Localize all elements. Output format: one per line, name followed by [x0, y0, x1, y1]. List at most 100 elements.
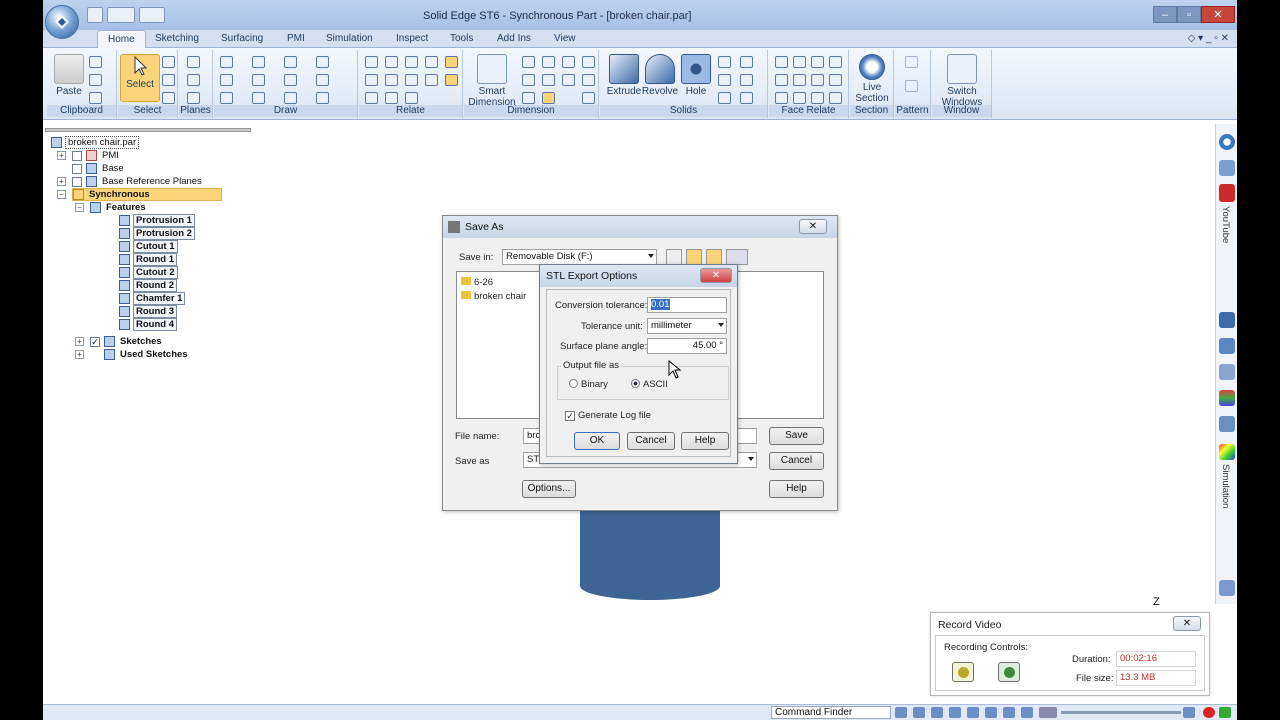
draft-icon[interactable] — [740, 74, 753, 86]
live-section-button[interactable]: Live Section — [852, 54, 892, 104]
face-parallel-icon[interactable] — [811, 56, 824, 68]
paste-button[interactable]: Paste — [49, 54, 89, 97]
stl-ok-button[interactable]: OK — [574, 432, 620, 450]
dock-tool-3-icon[interactable] — [1219, 364, 1235, 380]
tab-simulation[interactable]: Simulation — [326, 33, 373, 44]
perpendicular-icon[interactable] — [405, 74, 418, 86]
help-icon[interactable] — [1219, 134, 1235, 150]
file-list-item[interactable]: 6-26 — [461, 277, 493, 288]
tree-feature-item[interactable]: Round 4 — [119, 318, 177, 331]
simulation-icon[interactable] — [1219, 444, 1235, 460]
face-lock-icon[interactable] — [829, 92, 842, 104]
pause-button[interactable] — [952, 662, 974, 682]
youtube-tab-label[interactable]: YouTube — [1220, 206, 1231, 243]
media-icon[interactable] — [1219, 160, 1235, 176]
circle-icon[interactable] — [220, 92, 233, 104]
tree-feature-item[interactable]: Protrusion 1 — [119, 214, 195, 227]
pan-icon[interactable] — [967, 707, 979, 718]
dock-tool-5-icon[interactable] — [1219, 416, 1235, 432]
stl-close-button[interactable]: ✕ — [700, 268, 732, 283]
lock-icon[interactable] — [425, 56, 438, 68]
rectangle-icon[interactable] — [220, 74, 233, 86]
pattern-icon[interactable] — [740, 56, 753, 68]
coaxial-icon[interactable] — [793, 56, 806, 68]
help-button[interactable]: Help — [769, 480, 824, 498]
move-icon[interactable] — [316, 74, 329, 86]
tab-sketching[interactable]: Sketching — [155, 33, 199, 44]
view-menu-icon[interactable] — [726, 249, 748, 265]
tab-view[interactable]: View — [554, 33, 576, 44]
ascii-radio[interactable]: ASCII — [631, 379, 668, 390]
format-painter-icon[interactable] — [89, 92, 102, 104]
font-size-icon[interactable] — [582, 74, 595, 86]
surface-angle-input[interactable]: 45.00 ° — [647, 338, 727, 354]
dock-tool-4-icon[interactable] — [1219, 390, 1235, 406]
face-tangent-icon[interactable] — [811, 74, 824, 86]
stl-help-button[interactable]: Help — [681, 432, 729, 450]
save-as-close-button[interactable]: ✕ — [799, 219, 827, 234]
upload-icon[interactable] — [1219, 707, 1231, 718]
generate-log-checkbox[interactable]: ✓ Generate Log file — [565, 410, 651, 421]
tab-inspect[interactable]: Inspect — [396, 33, 428, 44]
rotate-icon[interactable] — [985, 707, 997, 718]
dock-tool-1-icon[interactable] — [1219, 312, 1235, 328]
zoom-icon[interactable] — [931, 707, 943, 718]
extend-icon[interactable] — [284, 92, 297, 104]
face-equal-icon[interactable] — [775, 74, 788, 86]
binary-radio[interactable]: Binary — [569, 379, 608, 390]
fill-icon[interactable] — [316, 56, 329, 68]
shading-icon[interactable] — [1021, 707, 1033, 718]
tree-feature-item[interactable]: Protrusion 2 — [119, 227, 195, 240]
tree-feature-item[interactable]: Round 1 — [119, 253, 177, 266]
horizontal-icon[interactable] — [385, 56, 398, 68]
tree-feature-item[interactable]: Cutout 1 — [119, 240, 178, 253]
save-button[interactable]: Save — [769, 427, 824, 445]
line-icon[interactable] — [220, 56, 233, 68]
text-size-icon[interactable] — [582, 92, 595, 104]
zoom-slider[interactable] — [1061, 711, 1181, 714]
tab-add-ins[interactable]: Add Ins — [497, 33, 531, 44]
concentric-icon[interactable] — [405, 56, 418, 68]
tree-sketches[interactable]: + ✓ Sketches — [75, 335, 164, 348]
smart-dimension-button[interactable]: Smart Dimension — [468, 54, 516, 108]
equal-icon[interactable] — [385, 74, 398, 86]
round-icon[interactable] — [718, 56, 731, 68]
tab-pmi[interactable]: PMI — [287, 33, 305, 44]
maintain-relations-icon[interactable] — [445, 74, 458, 86]
tree-feature-item[interactable]: Round 3 — [119, 305, 177, 318]
dock-tool-2-icon[interactable] — [1219, 338, 1235, 354]
up-folder-icon[interactable] — [686, 249, 702, 265]
pattern-group-icon[interactable] — [905, 56, 918, 68]
tree-features[interactable]: − Features — [75, 201, 148, 214]
zoom-area-icon[interactable] — [913, 707, 925, 718]
dimension-style-icon[interactable] — [542, 92, 555, 104]
tree-base[interactable]: Base — [57, 162, 126, 175]
coplanar-icon[interactable] — [775, 56, 788, 68]
stl-cancel-button[interactable]: Cancel — [627, 432, 675, 450]
cancel-button[interactable]: Cancel — [769, 452, 824, 470]
stop-button[interactable] — [998, 662, 1020, 682]
face-offset-icon[interactable] — [829, 74, 842, 86]
record-indicator-icon[interactable] — [1203, 707, 1215, 718]
symmetric-dim-icon[interactable] — [522, 92, 535, 104]
curve-icon[interactable] — [284, 56, 297, 68]
cut-icon[interactable] — [89, 56, 102, 68]
tab-home[interactable]: Home — [97, 30, 146, 49]
copy-icon[interactable] — [89, 74, 102, 86]
pattern-group-2-icon[interactable] — [905, 80, 918, 92]
text-icon[interactable] — [582, 56, 595, 68]
chamfer-dim-icon[interactable] — [522, 74, 535, 86]
tab-tools[interactable]: Tools — [450, 33, 473, 44]
maximize-button[interactable]: ▫ — [1177, 6, 1201, 23]
command-finder-input[interactable]: Command Finder — [771, 706, 891, 719]
face-horizontal-icon[interactable] — [775, 92, 788, 104]
view-tool-icon[interactable] — [895, 707, 907, 718]
face-ground-icon[interactable] — [811, 92, 824, 104]
tolerance-unit-combo[interactable]: millimeter — [647, 318, 727, 334]
tab-surfacing[interactable]: Surfacing — [221, 33, 263, 44]
simulation-tab-label[interactable]: Simulation — [1220, 464, 1231, 508]
options-button[interactable]: Options... — [522, 480, 576, 498]
coordinate-icon[interactable] — [542, 74, 555, 86]
trim-icon[interactable] — [252, 92, 265, 104]
tangent-icon[interactable] — [365, 92, 378, 104]
